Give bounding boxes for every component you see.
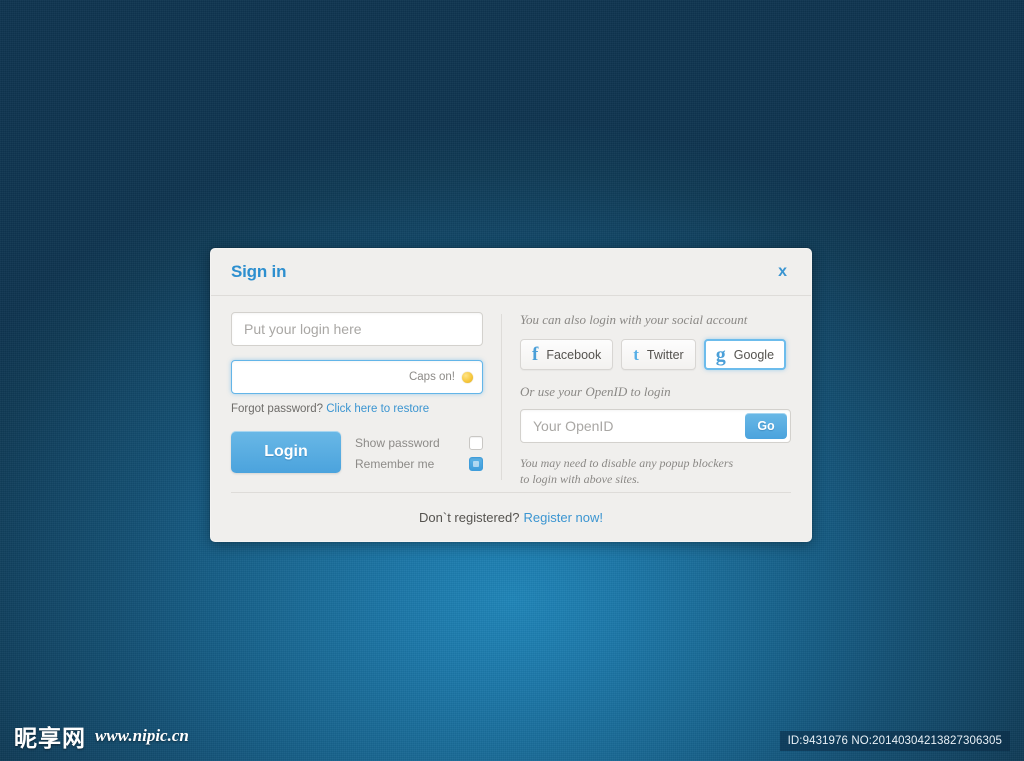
dialog-header: Sign in x: [211, 249, 811, 296]
login-button[interactable]: Login: [231, 431, 341, 473]
twitter-login-button[interactable]: t Twitter: [621, 339, 696, 370]
google-label: Google: [733, 347, 775, 362]
watermark-url: www.nipic.cn: [95, 726, 189, 745]
site-watermark: 昵享网 www.nipic.cn: [14, 719, 189, 753]
popup-note-line-1: You may need to disable any popup blocke…: [520, 456, 734, 470]
password-input[interactable]: [231, 360, 483, 394]
remember-me-label: Remember me: [355, 456, 435, 471]
facebook-icon: f: [532, 344, 539, 365]
restore-password-link[interactable]: Click here to restore: [326, 403, 429, 415]
credentials-column: Caps on! Forgot password? Click here to …: [231, 312, 483, 492]
dialog-footer: Don`t registered? Register now!: [231, 492, 791, 542]
social-column: You can also login with your social acco…: [520, 312, 791, 492]
dialog-body: Caps on! Forgot password? Click here to …: [211, 296, 811, 492]
google-icon: g: [715, 343, 726, 366]
sign-in-dialog: Sign in x Caps on! Forgot password? Clic…: [210, 248, 812, 542]
page-title: Sign in: [231, 262, 287, 281]
remember-me-checkbox[interactable]: [469, 456, 483, 471]
facebook-login-button[interactable]: f Facebook: [520, 339, 614, 370]
login-options: Show password Remember me: [355, 431, 483, 474]
openid-input[interactable]: [521, 410, 742, 442]
register-prompt-label: Don`t registered?: [419, 510, 520, 525]
show-password-row: Show password: [355, 432, 483, 453]
forgot-password-label: Forgot password?: [231, 403, 324, 415]
password-field-wrapper: Caps on!: [231, 360, 483, 394]
watermark-brand: 昵享网: [14, 726, 86, 752]
register-now-link[interactable]: Register now!: [523, 510, 602, 525]
column-divider: [501, 314, 502, 480]
openid-field-group: Go: [520, 409, 791, 443]
openid-go-button[interactable]: Go: [745, 413, 787, 439]
google-login-button[interactable]: g Google: [703, 339, 787, 370]
social-buttons-row: f Facebook t Twitter g Google: [520, 339, 791, 370]
twitter-icon: t: [633, 345, 639, 364]
username-input[interactable]: [231, 312, 483, 346]
popup-note-line-2: to login with above sites.: [520, 472, 640, 487]
social-heading: You can also login with your social acco…: [520, 312, 748, 327]
remember-me-row: Remember me: [355, 453, 483, 474]
desktop-background: Sign in x Caps on! Forgot password? Clic…: [0, 0, 1024, 761]
show-password-label: Show password: [355, 435, 440, 450]
watermark-id-badge: ID:9431976 NO:20140304213827306305: [779, 731, 1010, 751]
twitter-label: Twitter: [646, 347, 684, 362]
forgot-password-row: Forgot password? Click here to restore: [231, 403, 483, 415]
show-password-checkbox[interactable]: [469, 435, 483, 450]
login-actions-row: Login Show password Remember me: [231, 431, 483, 474]
popup-blocker-note: You may need to disable any popup blocke…: [520, 455, 791, 487]
close-icon[interactable]: x: [774, 262, 791, 282]
facebook-label: Facebook: [546, 347, 602, 362]
openid-heading: Or use your OpenID to login: [520, 384, 671, 399]
